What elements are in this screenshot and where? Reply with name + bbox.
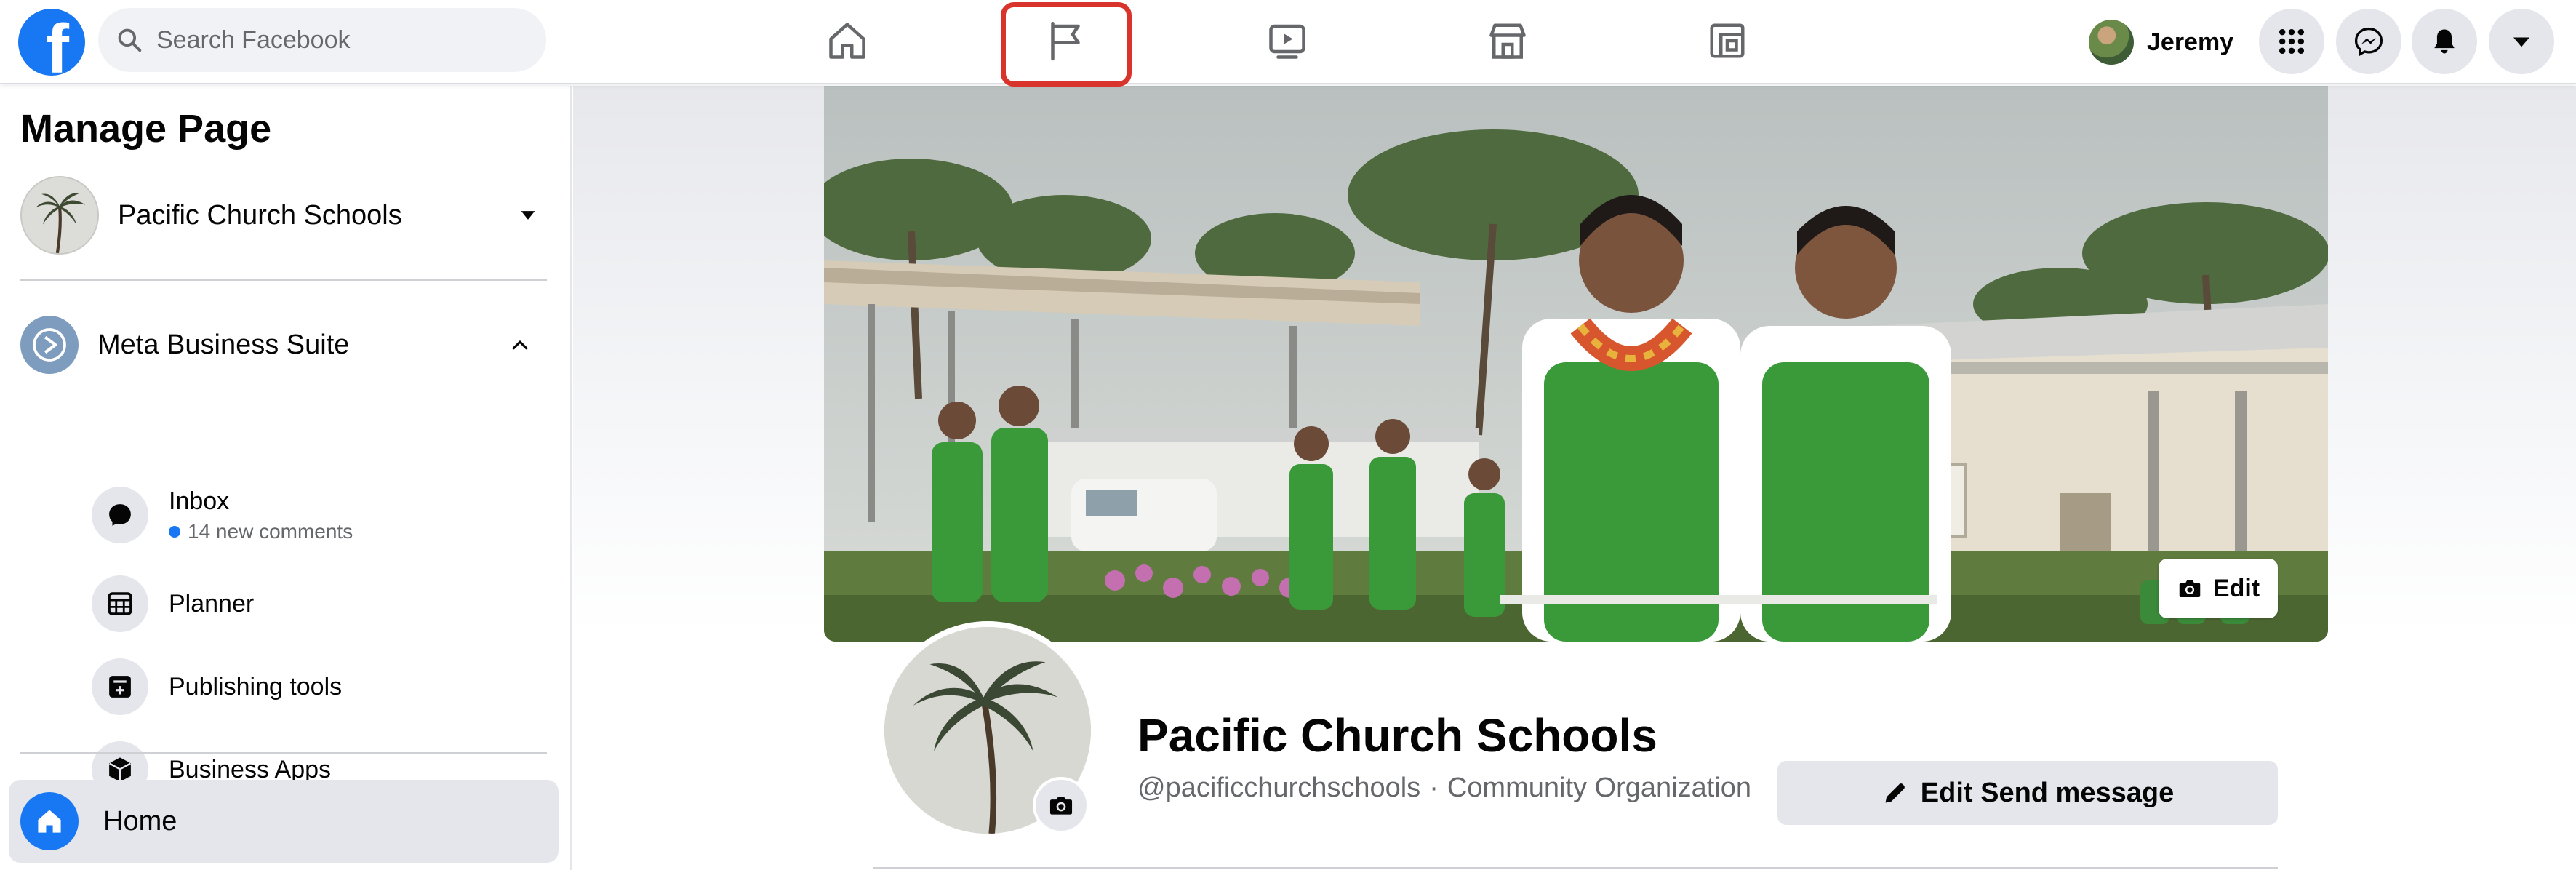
tab-pages[interactable] bbox=[971, 0, 1160, 81]
account-button[interactable] bbox=[2489, 9, 2554, 74]
sidebar-item-planner[interactable]: Planner bbox=[92, 575, 543, 633]
tab-marketplace[interactable] bbox=[1413, 0, 1602, 81]
chevron-up-icon[interactable] bbox=[509, 335, 531, 356]
manage-page-sidebar: Manage Page Pacific Church Schools Meta … bbox=[0, 86, 572, 870]
notifications-button[interactable] bbox=[2412, 9, 2477, 74]
home-filled-icon bbox=[20, 792, 79, 850]
edit-profile-picture-button[interactable] bbox=[1033, 777, 1089, 834]
sidebar-item-inbox[interactable]: Inbox 14 new comments bbox=[92, 486, 543, 544]
pencil-icon bbox=[1885, 783, 1905, 803]
account-caret-icon bbox=[2513, 37, 2529, 47]
inbox-new-comments: 14 new comments bbox=[169, 520, 353, 543]
meta-business-suite-label: Meta Business Suite bbox=[97, 329, 350, 360]
search-box[interactable] bbox=[98, 8, 546, 72]
top-navigation-bar: f Jeremy bbox=[0, 0, 2576, 87]
sidebar-item-home[interactable]: Home bbox=[9, 780, 559, 863]
search-icon bbox=[118, 28, 142, 52]
divider bbox=[20, 279, 547, 281]
meta-business-suite-section[interactable]: Meta Business Suite bbox=[20, 316, 547, 374]
tab-home[interactable] bbox=[753, 0, 942, 81]
inbox-meta-text: 14 new comments bbox=[188, 519, 353, 543]
edit-send-message-button[interactable]: Edit Send message bbox=[1777, 761, 2278, 825]
page-category[interactable]: Community Organization bbox=[1447, 773, 1751, 804]
sidebar-item-label: Home bbox=[103, 805, 177, 837]
caret-down-icon bbox=[521, 211, 535, 220]
tab-gaming[interactable] bbox=[1633, 0, 1822, 81]
camera-icon bbox=[1049, 797, 1073, 815]
page-title: Pacific Church Schools bbox=[1137, 709, 1657, 762]
flag-pages-icon bbox=[1051, 22, 1080, 61]
menu-button[interactable] bbox=[2259, 9, 2324, 74]
sidebar-item-publishing-tools[interactable]: Publishing tools bbox=[92, 658, 543, 716]
inbox-chat-icon bbox=[92, 487, 148, 543]
messenger-icon bbox=[2354, 27, 2383, 57]
sidebar-item-label: Publishing tools bbox=[169, 672, 343, 701]
facebook-logo[interactable]: f bbox=[18, 9, 85, 76]
subtitle-separator: · bbox=[1429, 773, 1439, 803]
meta-business-suite-icon bbox=[20, 316, 79, 374]
publishing-tools-icon bbox=[92, 658, 148, 715]
cover-photo[interactable] bbox=[824, 86, 2328, 642]
palm-tree-image bbox=[22, 177, 97, 253]
sidebar-title: Manage Page bbox=[20, 107, 272, 151]
page-switcher-name: Pacific Church Schools bbox=[118, 199, 402, 231]
search-input[interactable] bbox=[156, 25, 520, 55]
page-subtitle: @pacificchurchschools · Community Organi… bbox=[1137, 773, 1751, 804]
messenger-button[interactable] bbox=[2336, 9, 2401, 74]
tab-watch[interactable] bbox=[1193, 0, 1382, 81]
marketplace-store-icon bbox=[1489, 23, 1526, 59]
camera-icon bbox=[2179, 580, 2201, 597]
page-avatar bbox=[20, 176, 99, 255]
sidebar-item-label: Planner bbox=[169, 589, 255, 618]
notifications-bell-icon bbox=[2434, 29, 2455, 54]
divider bbox=[20, 752, 547, 754]
page-handle[interactable]: @pacificchurchschools bbox=[1137, 773, 1420, 804]
menu-grid-icon bbox=[2279, 28, 2305, 55]
planner-calendar-icon bbox=[92, 575, 148, 632]
edit-cover-label: Edit bbox=[2212, 574, 2260, 602]
watch-video-icon bbox=[1269, 24, 1305, 59]
unread-dot bbox=[169, 525, 180, 538]
divider bbox=[873, 867, 2278, 869]
home-icon bbox=[829, 23, 865, 59]
edit-cover-button[interactable]: Edit bbox=[2159, 559, 2278, 618]
facebook-logo-letter: f bbox=[46, 10, 69, 76]
cover-photo-image bbox=[824, 86, 2328, 642]
avatar bbox=[2089, 20, 2134, 65]
page-main-content: Edit Pacific Church Schools @pacificchur… bbox=[573, 86, 2576, 870]
profile-name: Jeremy bbox=[2147, 28, 2234, 56]
edit-send-message-label: Edit Send message bbox=[1920, 777, 2175, 808]
page-switcher[interactable]: Pacific Church Schools bbox=[20, 176, 547, 255]
sidebar-item-label: Inbox bbox=[169, 487, 230, 515]
profile-shortcut[interactable]: Jeremy bbox=[2080, 13, 2242, 71]
gaming-icon bbox=[1710, 23, 1745, 58]
